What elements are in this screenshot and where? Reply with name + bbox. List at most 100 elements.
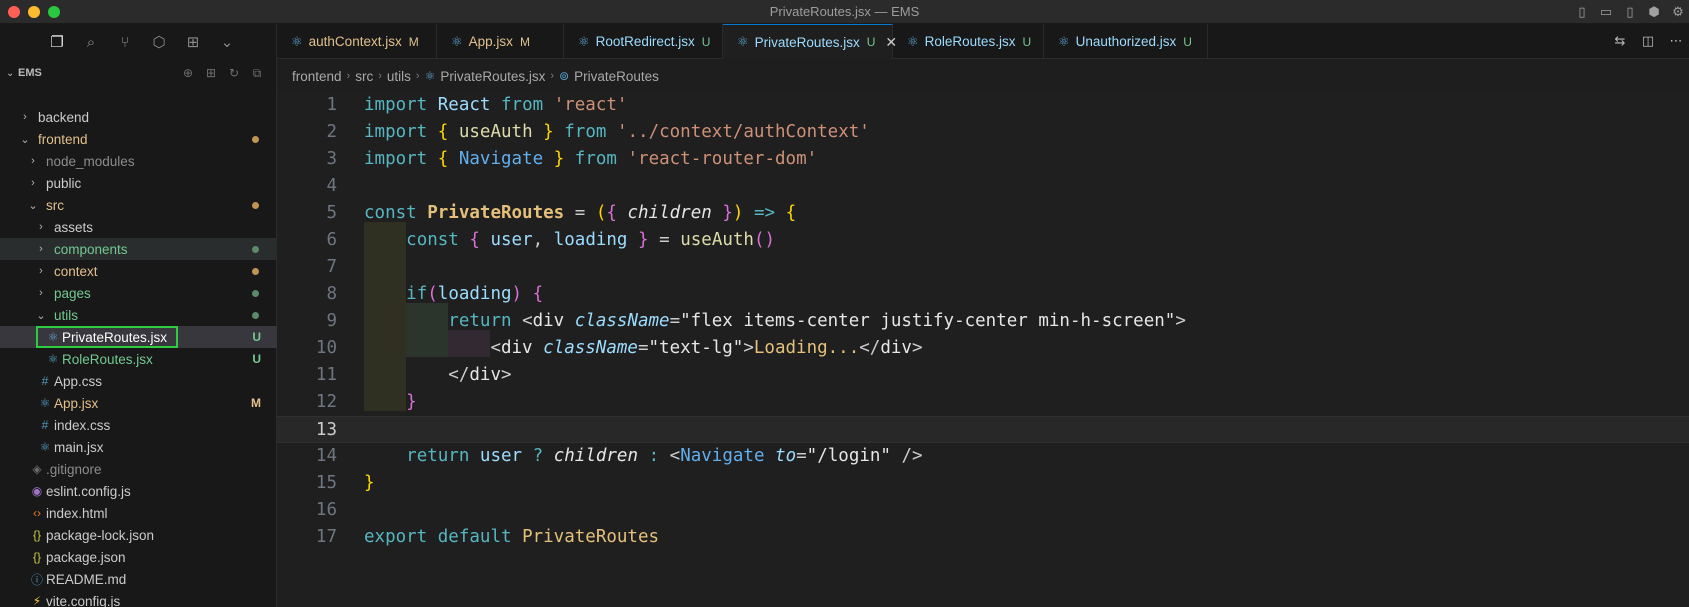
breadcrumb-item[interactable]: frontend — [292, 69, 342, 84]
collapse-all-icon[interactable]: ⧉ — [249, 65, 265, 81]
editor-tab[interactable]: ⚛ authContext.jsx M — [277, 24, 437, 59]
chevron-right-icon: › — [39, 221, 43, 233]
tree-file[interactable]: ⚛ App.jsx M — [0, 392, 277, 414]
line-number: 14 — [315, 446, 337, 466]
new-folder-icon[interactable]: ⊞ — [203, 65, 219, 81]
chevron-right-icon: › — [378, 70, 382, 82]
tree-file[interactable]: {} package-lock.json — [0, 524, 277, 546]
tree-file[interactable]: ⚛ PrivateRoutes.jsx U — [0, 326, 277, 348]
toggle-secondary-sidebar-icon[interactable]: ▯ — [1621, 3, 1639, 21]
tree-file[interactable]: ‹› index.html — [0, 502, 277, 524]
breadcrumb: frontend › src › utils › ⚛ PrivateRoutes… — [292, 66, 659, 86]
tree-file[interactable]: ⚛ main.jsx — [0, 436, 277, 458]
code-line: 10 <div className="text-lg">Loading...</… — [277, 335, 1689, 362]
extension-cube-icon[interactable]: ⬢ — [1645, 3, 1663, 21]
tree-file[interactable]: ◈ .gitignore — [0, 458, 277, 480]
react-file-icon: ⚛ — [737, 34, 749, 49]
line-number: 12 — [315, 392, 337, 412]
sidebar: ❐ ⌕ ⑂ ⬡ ⊞ ⌄ ⌄ EMS ⊕ ⊞ ↻ ⧉ › backend ⌄ front… — [0, 24, 277, 607]
tree-item-label: backend — [38, 109, 90, 125]
react-file-icon: ⚛ — [291, 33, 303, 49]
extensions-icon[interactable]: ⊞ — [183, 32, 203, 52]
line-number: 2 — [326, 122, 337, 142]
tree-folder[interactable]: ⌄ utils — [0, 304, 277, 326]
tree-item-label: eslint.config.js — [46, 483, 131, 499]
react-file-icon: ⚛ — [424, 69, 436, 83]
tab-label: RoleRoutes.jsx — [924, 34, 1016, 49]
json-file-icon: {} — [32, 550, 41, 564]
tree-item-label: node_modules — [46, 153, 135, 169]
tree-item-label: vite.config.js — [46, 593, 121, 607]
chevron-down-icon[interactable]: ⌄ — [217, 32, 237, 52]
code-line: 3 import { Navigate } from 'react-router… — [277, 146, 1689, 173]
new-file-icon[interactable]: ⊕ — [180, 65, 196, 81]
tree-folder[interactable]: › node_modules — [0, 150, 277, 172]
git-status-badge: M — [251, 396, 261, 410]
editor-tab[interactable]: ⚛ RootRedirect.jsx U — [564, 24, 723, 59]
tree-folder[interactable]: › assets — [0, 216, 277, 238]
editor-tab[interactable]: ⚛ PrivateRoutes.jsx U ✕ — [723, 24, 897, 59]
code-line: 8 if(loading) { — [277, 281, 1689, 308]
refresh-icon[interactable]: ↻ — [226, 65, 242, 81]
tree-folder[interactable]: › public — [0, 172, 277, 194]
line-number: 7 — [326, 257, 337, 277]
tree-folder[interactable]: › components — [0, 238, 277, 260]
explorer-files-icon[interactable]: ❐ — [47, 32, 67, 52]
editor-tab[interactable]: ⚛ RoleRoutes.jsx U — [893, 24, 1044, 59]
chevron-down-icon: ⌄ — [20, 133, 30, 146]
run-debug-icon[interactable]: ⬡ — [149, 32, 169, 52]
settings-gear-icon[interactable]: ⚙ — [1669, 3, 1687, 21]
tree-file[interactable]: ◉ eslint.config.js — [0, 480, 277, 502]
git-status-badge: U — [252, 352, 261, 366]
tree-folder[interactable]: ⌄ src — [0, 194, 277, 216]
source-control-icon[interactable]: ⑂ — [115, 32, 135, 52]
css-file-icon: # — [41, 374, 49, 388]
react-file-icon: ⚛ — [578, 33, 590, 49]
code-line: 6 const { user, loading } = useAuth() — [277, 227, 1689, 254]
breadcrumb-item[interactable]: PrivateRoutes.jsx — [440, 69, 545, 84]
search-icon[interactable]: ⌕ — [81, 32, 101, 52]
editor-tab[interactable]: ⚛ Unauthorized.jsx U — [1044, 24, 1208, 59]
split-editor-icon[interactable]: ◫ — [1639, 32, 1657, 50]
tree-item-label: src — [46, 197, 64, 213]
tab-label: RootRedirect.jsx — [595, 34, 695, 49]
react-file-icon: ⚛ — [907, 33, 919, 49]
tree-item-label: .gitignore — [46, 461, 102, 477]
code-line: 17 export default PrivateRoutes — [277, 524, 1689, 551]
window-title: PrivateRoutes.jsx — EMS — [769, 4, 920, 19]
modified-dot — [252, 268, 259, 275]
tree-file[interactable]: ⚛ RoleRoutes.jsx U — [0, 348, 277, 370]
tree-item-label: assets — [54, 219, 94, 235]
tree-item-label: public — [46, 175, 82, 191]
tree-folder[interactable]: › context — [0, 260, 277, 282]
editor-tab[interactable]: ⚛ App.jsx M — [437, 24, 564, 59]
json-file-icon: {} — [32, 528, 41, 542]
tree-item-label: App.jsx — [54, 395, 99, 411]
breadcrumb-item[interactable]: src — [355, 69, 373, 84]
tree-folder[interactable]: ⌄ frontend — [0, 128, 277, 150]
tab-label: PrivateRoutes.jsx — [754, 34, 860, 50]
tree-folder[interactable]: › backend — [0, 106, 277, 128]
tree-file[interactable]: # index.css — [0, 414, 277, 436]
code-line: 1 import React from 'react' — [277, 92, 1689, 119]
tree-file[interactable]: ⓘ README.md — [0, 568, 277, 590]
tree-file[interactable]: # App.css — [0, 370, 277, 392]
toggle-panel-icon[interactable]: ▭ — [1597, 3, 1615, 21]
more-actions-icon[interactable]: ⋯ — [1667, 32, 1685, 50]
tree-item-label: package.json — [46, 549, 126, 565]
git-file-icon: ◈ — [32, 462, 42, 476]
info-file-icon: ⓘ — [30, 572, 43, 587]
code-editor[interactable]: 1 import React from 'react' 2 import { u… — [277, 92, 1689, 607]
tree-folder[interactable]: › pages — [0, 282, 277, 304]
line-number: 11 — [315, 365, 337, 385]
breadcrumb-item[interactable]: PrivateRoutes — [574, 69, 659, 84]
explorer-section-header[interactable]: ⌄ EMS ⊕ ⊞ ↻ ⧉ — [0, 62, 277, 84]
tree-file[interactable]: ⚡ vite.config.js — [0, 590, 277, 607]
tree-file[interactable]: {} package.json — [0, 546, 277, 568]
toggle-primary-sidebar-icon[interactable]: ▯ — [1573, 3, 1591, 21]
compare-changes-icon[interactable]: ⇆ — [1611, 32, 1629, 50]
breadcrumb-item[interactable]: utils — [387, 69, 411, 84]
tree-item-label: PrivateRoutes.jsx — [62, 329, 168, 345]
tab-git-status: U — [866, 35, 876, 49]
tab-git-status: U — [1022, 34, 1032, 49]
